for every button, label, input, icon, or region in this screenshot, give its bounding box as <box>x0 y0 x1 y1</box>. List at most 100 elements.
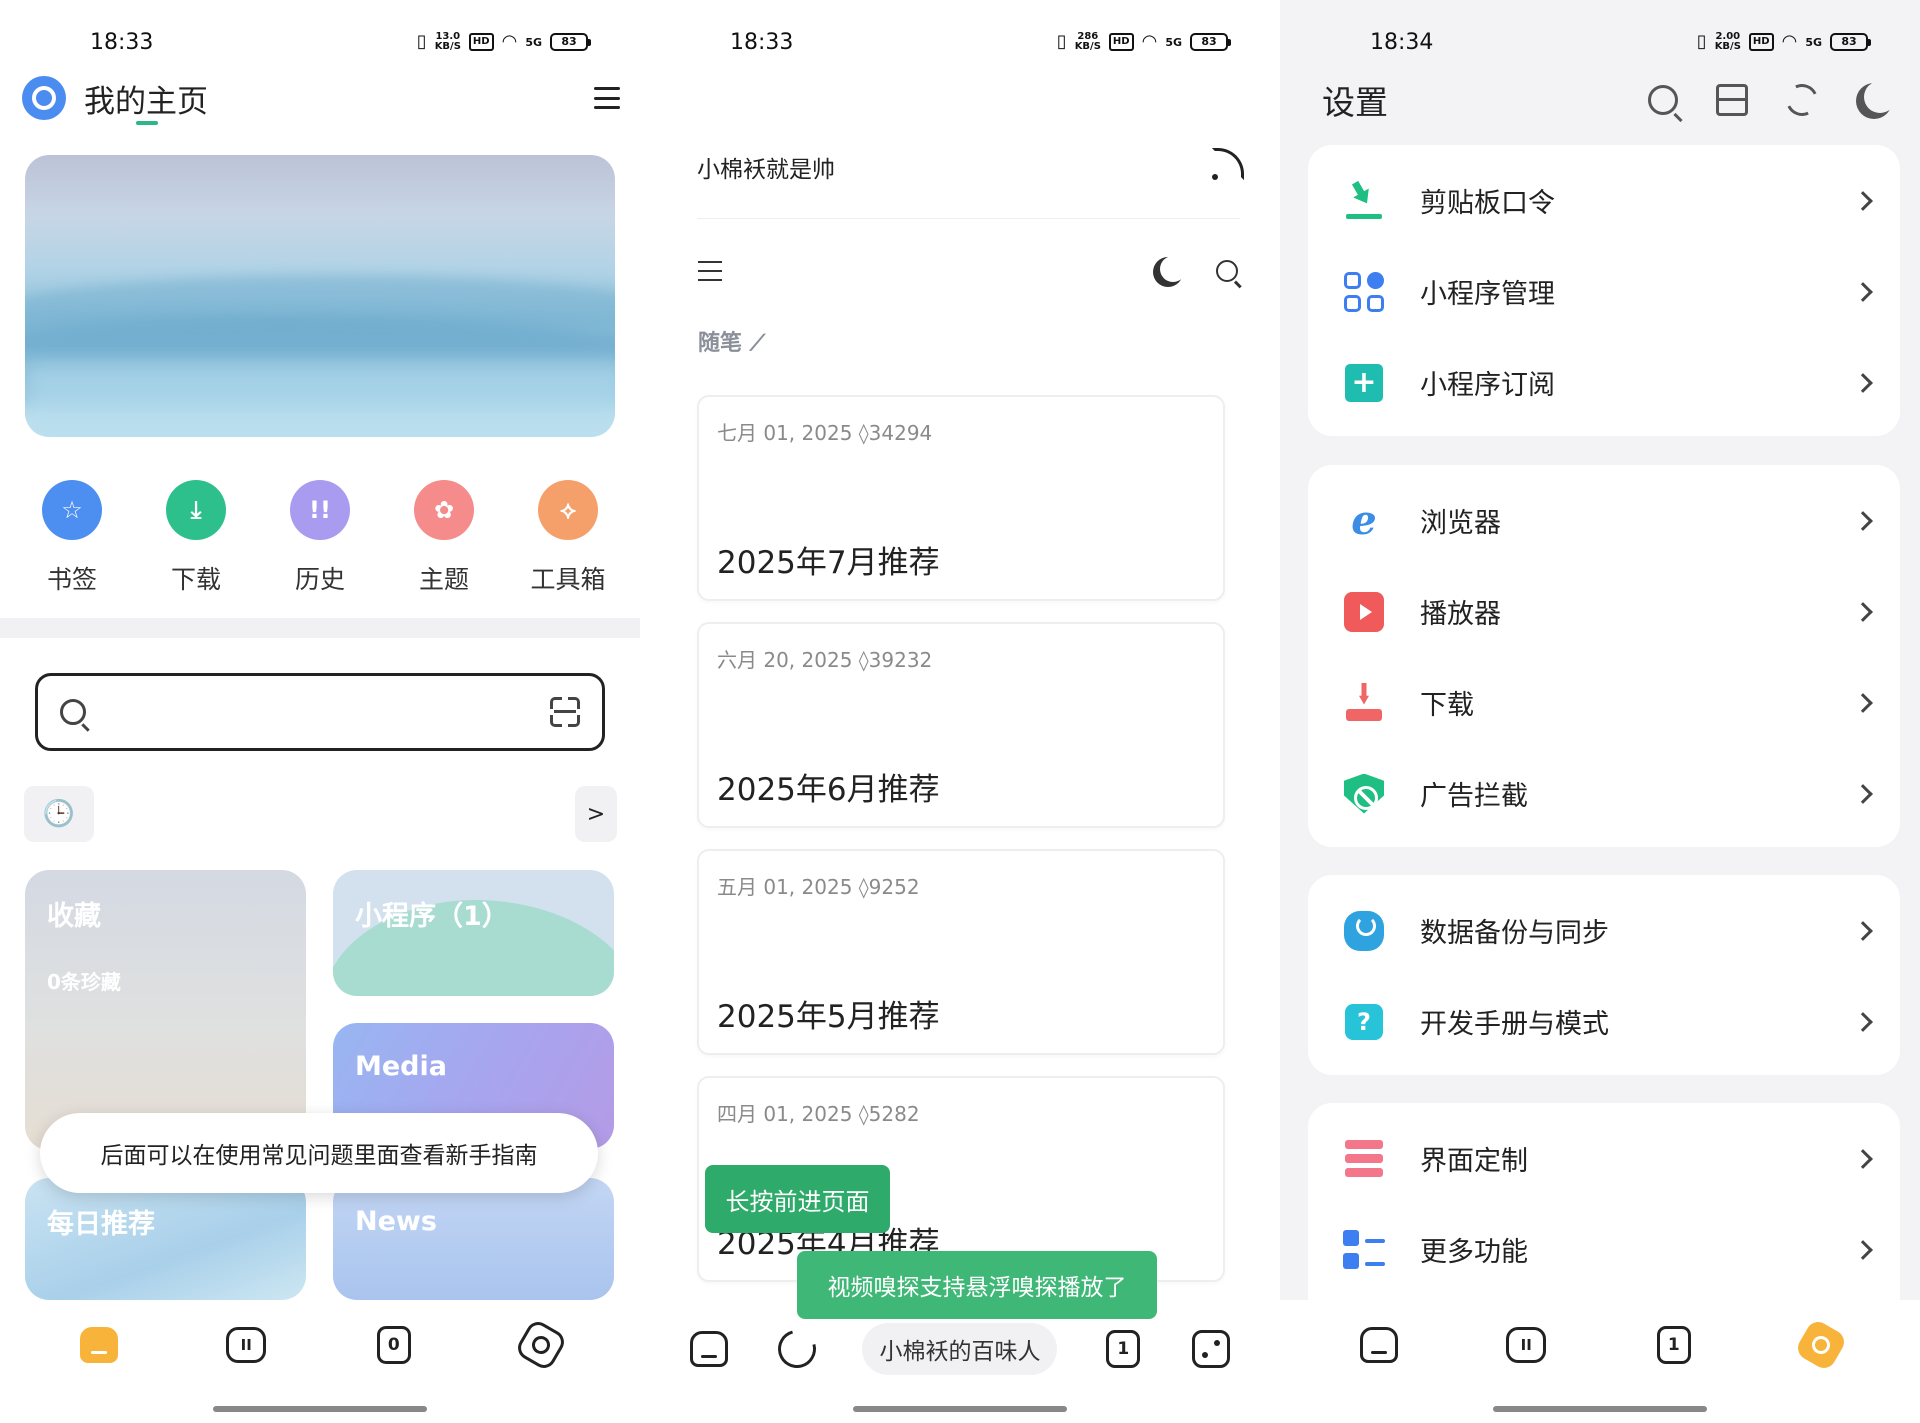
gesture-bar <box>853 1406 1067 1412</box>
nav-miniapps[interactable]: II <box>1504 1323 1548 1367</box>
setting-miniapp-subscribe[interactable]: + 小程序订阅 <box>1308 337 1900 428</box>
card-subtitle: 0条珍藏 <box>47 970 121 994</box>
quick-bookmarks[interactable]: ☆ 书签 <box>17 480 127 596</box>
settings-group: e 浏览器 播放器 下载 广告拦截 <box>1308 465 1900 847</box>
settings-icon <box>1793 1317 1849 1373</box>
refresh-icon <box>770 1323 823 1375</box>
status-icons: ▯ 2.00 KB/S HD ◠ 5G 83 <box>1696 31 1871 52</box>
setting-dev-manual[interactable]: ? 开发手册与模式 <box>1308 976 1900 1067</box>
post-card[interactable]: 六月 20, 2025 ◊39232 2025年6月推荐 <box>697 622 1225 828</box>
feather-icon: ⟋ <box>749 331 766 356</box>
site-name[interactable]: 小棉袄就是帅 <box>697 150 835 184</box>
clock-icon[interactable]: 🕒 <box>24 786 94 842</box>
setting-download[interactable]: 下载 <box>1308 657 1900 748</box>
vibrate-icon: ▯ <box>416 31 427 52</box>
home-panel: 18:33 ▯ 13.0 KB/S HD ◠ 5G 83 我的主页 ☆ 书签 ⤓… <box>0 0 640 1423</box>
search-input[interactable] <box>35 673 605 751</box>
menu-icon[interactable] <box>594 87 620 109</box>
rss-icon[interactable] <box>1212 148 1244 180</box>
setting-label: 剪贴板口令 <box>1420 188 1555 219</box>
nav-home[interactable] <box>687 1327 731 1371</box>
quick-downloads[interactable]: ⤓ 下载 <box>141 480 251 596</box>
setting-player[interactable]: 播放器 <box>1308 566 1900 657</box>
scan-icon[interactable] <box>550 697 580 727</box>
vibrate-icon: ▯ <box>1696 31 1707 52</box>
setting-label: 小程序管理 <box>1420 279 1555 310</box>
setting-label: 小程序订阅 <box>1420 370 1555 401</box>
setting-more-features[interactable]: 更多功能 <box>1308 1204 1900 1295</box>
gesture-bar <box>1493 1406 1707 1412</box>
settings-group: 数据备份与同步 ? 开发手册与模式 <box>1308 875 1900 1075</box>
card-title: News <box>355 1206 437 1237</box>
favorites-card[interactable]: 收藏 0条珍藏 <box>25 870 306 1150</box>
setting-clipboard[interactable]: 剪贴板口令 <box>1308 155 1900 246</box>
dark-mode-icon[interactable] <box>1864 81 1896 113</box>
chevron-right-icon <box>1853 1011 1873 1032</box>
search-icon[interactable] <box>1216 260 1238 282</box>
nav-home[interactable] <box>1357 1323 1401 1367</box>
setting-miniapp-manage[interactable]: 小程序管理 <box>1308 246 1900 337</box>
quick-toolbox[interactable]: ⟡ 工具箱 <box>513 480 623 596</box>
post-card[interactable]: 七月 01, 2025 ◊34294 2025年7月推荐 <box>697 395 1225 601</box>
quick-theme[interactable]: ✿ 主题 <box>389 480 499 596</box>
chevron-right-icon <box>1853 190 1873 211</box>
quick-label: 书签 <box>46 565 97 594</box>
footprint-icon: !! <box>290 480 350 540</box>
setting-ui-custom[interactable]: 界面定制 <box>1308 1113 1900 1204</box>
setting-label: 浏览器 <box>1420 508 1501 539</box>
download-icon: ⤓ <box>166 480 226 540</box>
nav-home[interactable] <box>77 1323 121 1367</box>
daily-card[interactable]: 每日推荐 <box>25 1178 306 1300</box>
nav-tabs[interactable]: 1 <box>1101 1327 1145 1371</box>
quick-history[interactable]: !! 历史 <box>265 480 375 596</box>
screenshot-collage: 18:33 ▯ 13.0 KB/S HD ◠ 5G 83 我的主页 ☆ 书签 ⤓… <box>0 0 1920 1423</box>
battery-icon: 83 <box>1830 33 1871 51</box>
chevron-right-icon <box>1853 692 1873 713</box>
dark-mode-icon[interactable] <box>1160 256 1186 282</box>
status-bar: 18:34 ▯ 2.00 KB/S HD ◠ 5G 83 <box>1280 22 1920 62</box>
miniapp-icon: II <box>1506 1327 1547 1363</box>
status-time: 18:34 <box>1370 29 1434 55</box>
nav-miniapps[interactable]: II <box>224 1323 268 1367</box>
post-card[interactable]: 五月 01, 2025 ◊9252 2025年5月推荐 <box>697 849 1225 1055</box>
history-more-button[interactable]: > <box>575 786 617 842</box>
status-bar: 18:33 ▯ 286 KB/S HD ◠ 5G 83 <box>640 22 1280 62</box>
setting-label: 播放器 <box>1420 599 1501 630</box>
site-toolbar <box>698 256 1238 286</box>
wifi-icon: ◠ <box>1141 31 1158 52</box>
chevron-right-icon <box>1853 783 1873 804</box>
battery-icon: 83 <box>1190 33 1231 51</box>
post-title: 2025年5月推荐 <box>717 999 940 1035</box>
news-card[interactable]: News <box>333 1178 614 1300</box>
scan-icon[interactable] <box>1716 84 1748 116</box>
battery-icon: 83 <box>550 33 591 51</box>
nav-tabs[interactable]: 1 <box>1652 1323 1696 1367</box>
address-pill[interactable]: 小棉袄的百味人 <box>862 1323 1058 1375</box>
banner-image[interactable] <box>25 155 615 437</box>
sync-icon[interactable] <box>1781 79 1823 121</box>
setting-adblock[interactable]: 广告拦截 <box>1308 748 1900 839</box>
post-meta: 六月 20, 2025 ◊39232 <box>717 648 933 672</box>
setting-label: 下载 <box>1420 690 1474 721</box>
gesture-bar <box>213 1406 427 1412</box>
nav-refresh[interactable] <box>770 1323 823 1375</box>
card-title: Media <box>355 1051 447 1082</box>
nav-settings[interactable] <box>1793 1317 1849 1373</box>
search-icon[interactable] <box>1648 85 1678 115</box>
menu-icon[interactable] <box>698 261 722 281</box>
nav-settings[interactable] <box>513 1317 569 1373</box>
section-divider <box>0 618 640 638</box>
setting-label: 界面定制 <box>1420 1146 1528 1177</box>
setting-backup-sync[interactable]: 数据备份与同步 <box>1308 885 1900 976</box>
quick-label: 工具箱 <box>530 565 606 594</box>
settings-header: 设置 <box>1322 78 1888 122</box>
setting-browser[interactable]: e 浏览器 <box>1308 475 1900 566</box>
more-features-icon <box>1343 1230 1385 1270</box>
miniapp-subscribe-icon: + <box>1344 363 1384 403</box>
net-speed: 2.00 KB/S <box>1714 31 1741 52</box>
miniapp-card[interactable]: 小程序（1） <box>333 870 614 996</box>
signal-icon: 5G <box>1165 35 1182 49</box>
tabs-icon: 1 <box>1106 1330 1141 1368</box>
nav-tabs[interactable]: 0 <box>372 1323 416 1367</box>
nav-more[interactable] <box>1189 1327 1233 1371</box>
